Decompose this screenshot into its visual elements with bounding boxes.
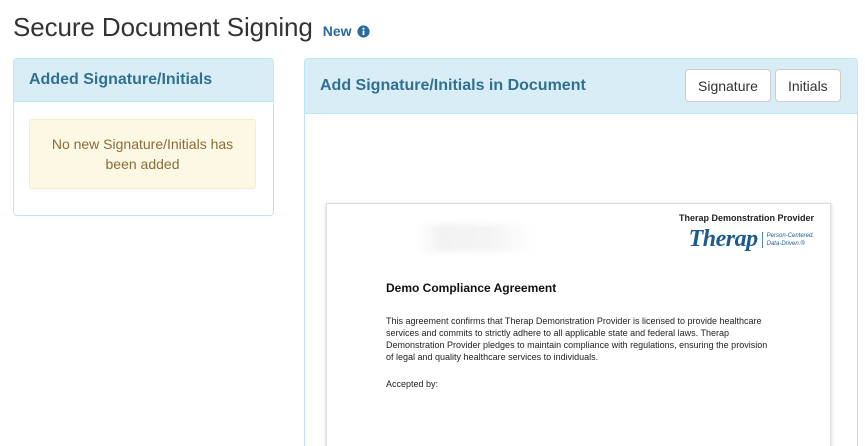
- therap-logo-word: Therap: [688, 226, 759, 252]
- initials-button[interactable]: Initials: [775, 69, 841, 102]
- document-provider-name: Therap Demonstration Provider: [678, 213, 814, 223]
- document-accepted-by: Accepted by:: [386, 379, 439, 389]
- blurred-logo-placeholder: [417, 224, 537, 252]
- new-feature-label[interactable]: New: [323, 23, 370, 39]
- add-signature-panel-heading: Add Signature/Initials in Document Signa…: [305, 59, 857, 114]
- signature-button[interactable]: Signature: [685, 69, 771, 102]
- empty-signatures-alert: No new Signature/Initials has been added: [29, 119, 256, 189]
- document-viewer[interactable]: Therap Demonstration Provider Therap Per…: [305, 114, 857, 446]
- page-title: Secure Document Signing: [13, 12, 313, 42]
- page: Secure Document Signing New Added Signat…: [0, 0, 865, 446]
- new-label-text: New: [322, 23, 352, 39]
- document-page[interactable]: Therap Demonstration Provider Therap Per…: [326, 203, 831, 446]
- page-header: Secure Document Signing New: [13, 12, 370, 43]
- info-circle-icon[interactable]: [356, 24, 370, 38]
- added-signatures-panel-title: Added Signature/Initials: [29, 71, 213, 88]
- add-signature-panel-title: Add Signature/Initials in Document: [320, 77, 586, 94]
- therap-logo-tagline-line2: Data-Driven.®: [766, 240, 805, 247]
- document-body: This agreement confirms that Therap Demo…: [386, 316, 768, 362]
- therap-logo-tagline-line1: Person-Centered.: [766, 232, 814, 239]
- document-title: Demo Compliance Agreement: [386, 281, 557, 295]
- therap-logo: Therap Person-Centered. Data-Driven.®: [689, 226, 814, 253]
- added-signatures-panel: Added Signature/Initials No new Signatur…: [13, 58, 274, 216]
- empty-signatures-message: No new Signature/Initials has been added: [51, 136, 234, 172]
- therap-logo-tagline: Person-Centered. Data-Driven.®: [761, 231, 814, 248]
- add-signature-panel: Add Signature/Initials in Document Signa…: [304, 58, 858, 446]
- added-signatures-panel-heading: Added Signature/Initials: [14, 59, 273, 102]
